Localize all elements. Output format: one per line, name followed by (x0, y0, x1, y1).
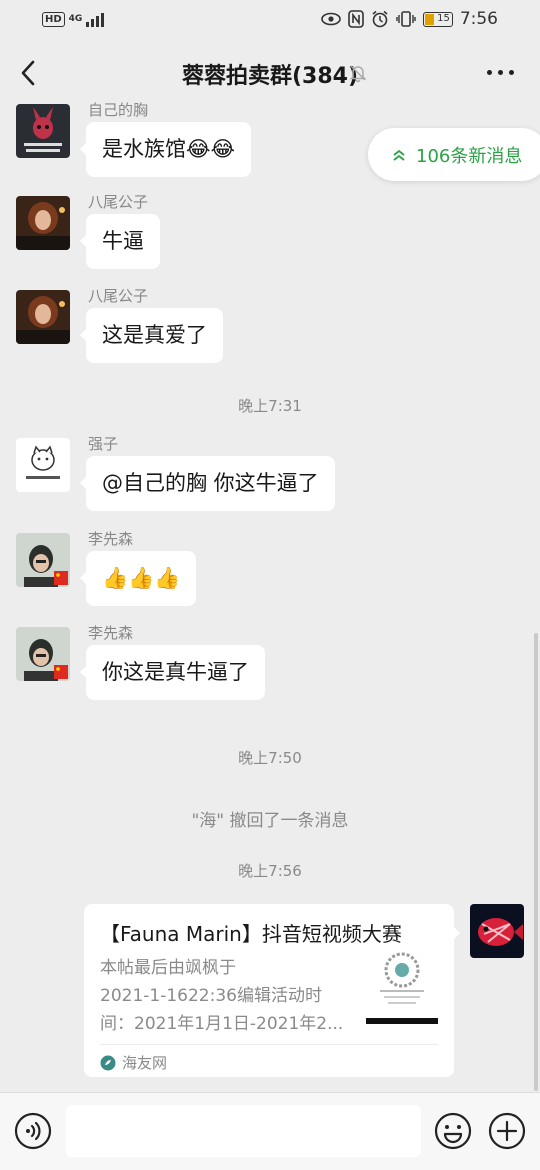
scrollbar[interactable] (534, 633, 538, 1091)
message-bubble[interactable]: 你这是真牛逼了 (80, 645, 265, 700)
message-bubble[interactable]: @自己的胸 你这牛逼了 (80, 456, 335, 511)
nfc-icon (348, 10, 364, 28)
sender-name: 李先森 (88, 530, 134, 548)
more-dots-icon[interactable] (487, 70, 514, 75)
hd-indicator: HD (42, 11, 65, 27)
link-card[interactable]: 【Fauna Marin】抖音短视频大赛 本帖最后由飒枫于 2021-1-162… (84, 904, 460, 1077)
avatar[interactable] (16, 104, 70, 158)
timestamp: 晚上7:56 (238, 862, 302, 880)
avatar[interactable] (16, 290, 70, 344)
chat-header: 蓉蓉拍卖群(384) (0, 44, 540, 102)
link-card-source-name: 海友网 (122, 1054, 168, 1072)
avatar[interactable] (16, 533, 70, 587)
sender-name: 李先森 (88, 624, 134, 642)
alarm-icon (372, 10, 388, 28)
timestamp: 晚上7:31 (238, 397, 302, 415)
message-input[interactable] (66, 1105, 421, 1157)
link-card-title: 【Fauna Marin】抖音短视频大赛 (100, 922, 402, 946)
divider (100, 1044, 438, 1045)
eye-icon (321, 12, 341, 26)
status-bar: HD 4G 15 7:56 (0, 0, 540, 40)
new-messages-label: 106条新消息 (416, 145, 523, 167)
voice-input-icon[interactable] (14, 1112, 52, 1150)
chat-title: 蓉蓉拍卖群(384) (181, 64, 359, 89)
signal-strength-icon (86, 11, 105, 27)
link-card-thumbnail (366, 950, 438, 1026)
avatar[interactable] (16, 196, 70, 250)
sender-name: 八尾公子 (88, 193, 149, 211)
new-messages-button[interactable]: 106条新消息 (368, 128, 540, 181)
message-bubble[interactable]: 👍👍👍 (79, 551, 197, 606)
link-card-source: 海友网 (100, 1052, 167, 1073)
signal-type: 4G (68, 13, 83, 24)
sender-name: 强子 (88, 435, 119, 453)
timestamp: 晚上7:50 (238, 749, 302, 767)
bell-muted-icon (349, 65, 367, 83)
battery-icon: 15 (422, 11, 453, 27)
desc-line: 本帖最后由飒枫于 (100, 958, 236, 978)
input-bar (0, 1092, 540, 1170)
vibrate-icon (396, 11, 416, 27)
plus-icon[interactable] (488, 1112, 526, 1150)
avatar[interactable] (16, 627, 70, 681)
self-avatar[interactable] (470, 904, 524, 958)
sender-name: 八尾公子 (88, 287, 149, 305)
clock: 7:56 (459, 9, 498, 29)
desc-line: 2021-1-1622:36编辑活动时 (100, 986, 322, 1006)
system-notice: "海" 撤回了一条消息 (191, 811, 349, 831)
message-bubble[interactable]: 牛逼 (80, 214, 160, 269)
sender-name: 自己的胸 (88, 101, 149, 119)
desc-line: 间：2021年1月1日-2021年2... (100, 1014, 344, 1034)
link-card-description: 本帖最后由飒枫于 2021-1-1622:36编辑活动时 间：2021年1月1日… (100, 954, 360, 1038)
double-chevron-up-icon (393, 149, 405, 161)
avatar[interactable] (16, 438, 70, 492)
message-bubble[interactable]: 是水族馆😂😂 (79, 122, 252, 177)
site-logo-icon (100, 1055, 116, 1070)
battery-level: 15 (437, 12, 450, 24)
message-bubble[interactable]: 这是真爱了 (80, 308, 223, 363)
emoji-icon[interactable] (434, 1112, 472, 1150)
